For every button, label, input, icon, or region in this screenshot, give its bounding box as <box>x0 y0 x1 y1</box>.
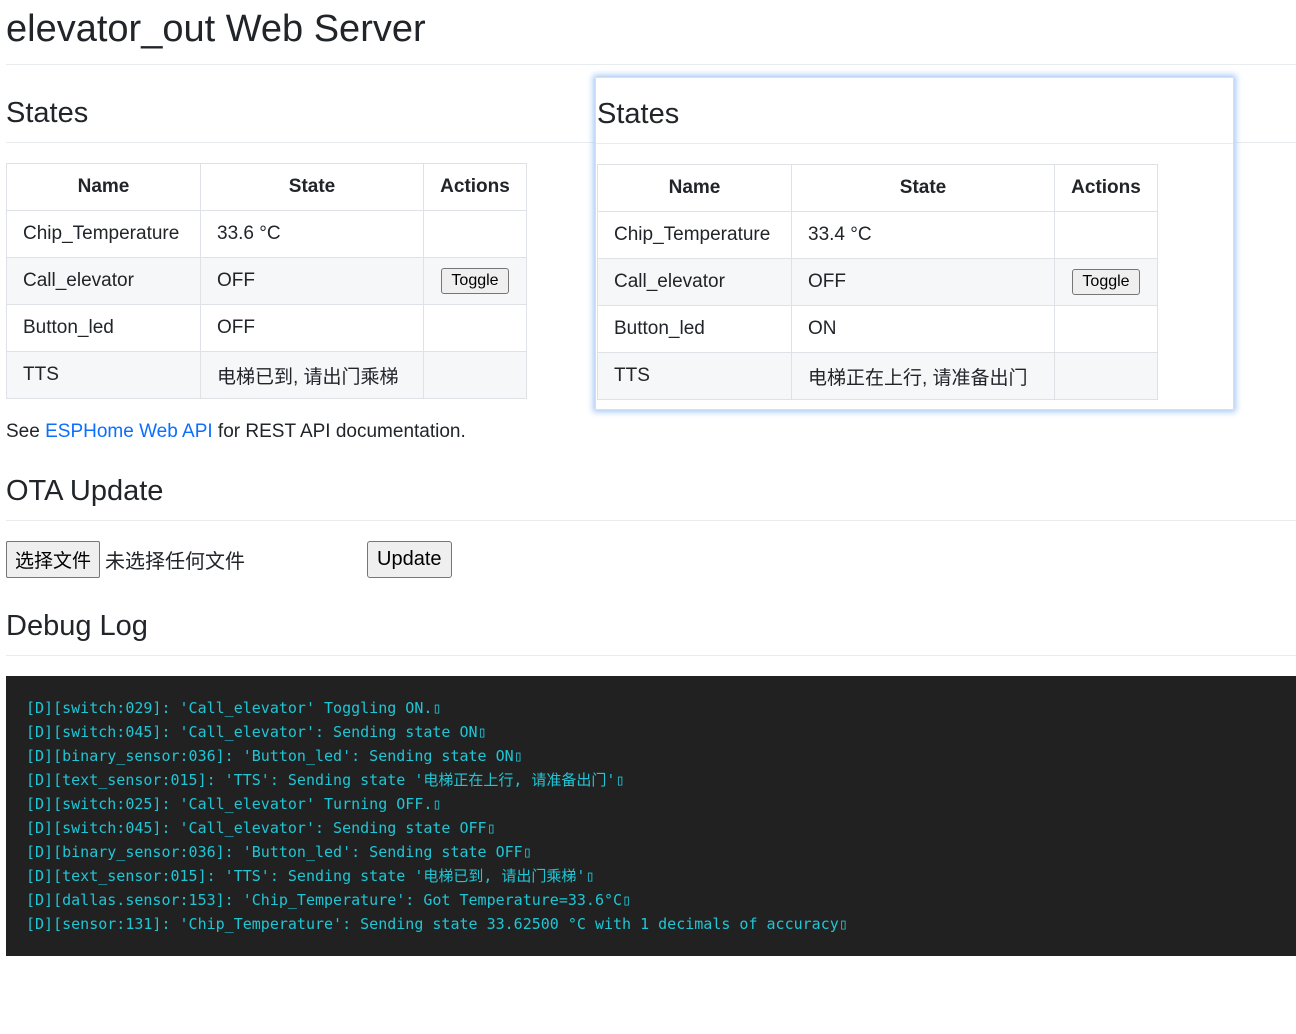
table-row: Call_elevator OFF Toggle <box>597 258 1158 306</box>
update-button[interactable]: Update <box>367 541 452 578</box>
states-table: Name State Actions Chip_Temperature 33.6 … <box>6 163 527 399</box>
row-name: Call_elevator <box>6 257 201 305</box>
log-line: [D][text_sensor:015]: 'TTS': Sending sta… <box>26 867 595 885</box>
row-name: Button_led <box>597 305 792 353</box>
row-state: OFF <box>791 258 1055 306</box>
col-actions: Actions <box>1054 164 1158 212</box>
table-row: Call_elevator OFF Toggle <box>6 257 527 305</box>
api-link[interactable]: ESPHome Web API <box>45 421 213 442</box>
log-line: [D][binary_sensor:036]: 'Button_led': Se… <box>26 747 523 765</box>
col-actions: Actions <box>423 163 527 211</box>
row-state: OFF <box>200 304 424 352</box>
col-name: Name <box>6 163 201 211</box>
row-name: Call_elevator <box>597 258 792 306</box>
row-name: Chip_Temperature <box>6 210 201 258</box>
row-state: OFF <box>200 257 424 305</box>
table-row: Button_led OFF <box>6 304 527 352</box>
overlay-states-table: Name State Actions Chip_Temperature 33.4 … <box>597 164 1158 400</box>
row-state: 33.4 °C <box>791 211 1055 259</box>
row-name: TTS <box>597 352 792 400</box>
row-state: 电梯正在上行, 请准备出门 <box>791 352 1055 400</box>
row-state: 33.6 °C <box>200 210 424 258</box>
col-name: Name <box>597 164 792 212</box>
table-row: Button_led ON <box>597 305 1158 353</box>
log-line: [D][switch:045]: 'Call_elevator': Sendin… <box>26 723 487 741</box>
table-row: Chip_Temperature 33.6 °C <box>6 210 527 258</box>
col-state: State <box>791 164 1055 212</box>
table-row: TTS 电梯正在上行, 请准备出门 <box>597 352 1158 400</box>
row-state: 电梯已到, 请出门乘梯 <box>200 351 424 399</box>
api-note: See ESPHome Web API for REST API documen… <box>6 421 1296 443</box>
log-line: [D][binary_sensor:036]: 'Button_led': Se… <box>26 843 532 861</box>
toggle-button[interactable]: Toggle <box>1072 269 1140 295</box>
log-line: [D][sensor:131]: 'Chip_Temperature': Sen… <box>26 915 848 933</box>
log-line: [D][switch:025]: 'Call_elevator' Turning… <box>26 795 442 813</box>
choose-file-button[interactable]: 选择文件 <box>6 541 101 578</box>
table-row: TTS 电梯已到, 请出门乘梯 <box>6 351 527 399</box>
row-name: TTS <box>6 351 201 399</box>
log-line: [D][text_sensor:015]: 'TTS': Sending sta… <box>26 771 625 789</box>
toggle-button[interactable]: Toggle <box>441 268 509 294</box>
row-name: Chip_Temperature <box>597 211 792 259</box>
overlay-states-heading: States <box>596 78 1233 144</box>
file-status: 未选择任何文件 <box>105 551 246 573</box>
log-line: [D][dallas.sensor:153]: 'Chip_Temperatur… <box>26 891 632 909</box>
debug-heading: Debug Log <box>6 578 1296 656</box>
log-line: [D][switch:029]: 'Call_elevator' Togglin… <box>26 699 442 717</box>
ota-heading: OTA Update <box>6 443 1296 521</box>
page-title: elevator_out Web Server <box>6 0 1296 65</box>
col-state: State <box>200 163 424 211</box>
states-overlay-panel: States Name State Actions Chip_Temperatu… <box>595 77 1234 410</box>
debug-log[interactable]: [D][switch:029]: 'Call_elevator' Togglin… <box>6 676 1296 956</box>
table-row: Chip_Temperature 33.4 °C <box>597 211 1158 259</box>
api-pre: See <box>6 421 46 442</box>
log-line: [D][switch:045]: 'Call_elevator': Sendin… <box>26 819 496 837</box>
api-post: for REST API documentation. <box>212 421 466 442</box>
row-name: Button_led <box>6 304 201 352</box>
row-state: ON <box>791 305 1055 353</box>
ota-form: 选择文件 未选择任何文件 Update <box>6 541 1296 578</box>
